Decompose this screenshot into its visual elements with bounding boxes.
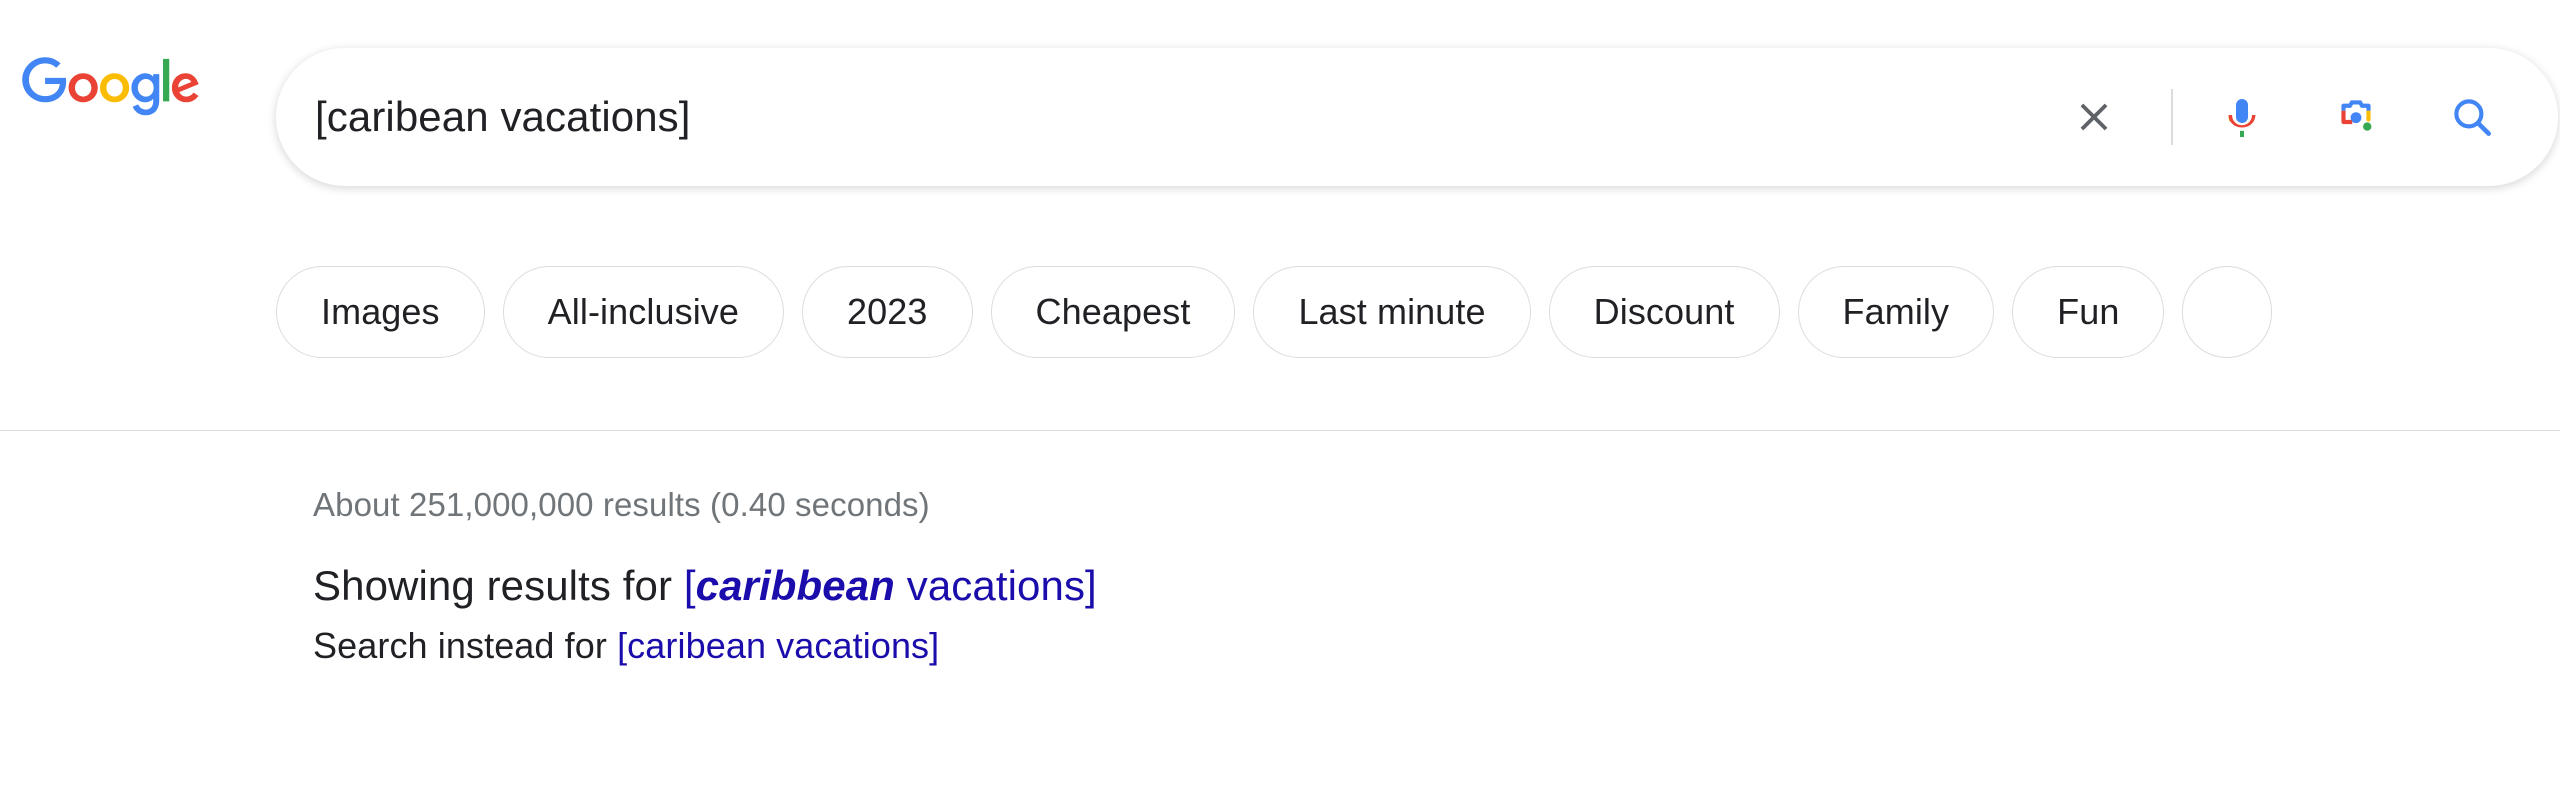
showing-results-link[interactable]: [caribbean vacations] <box>684 562 1097 609</box>
search-submit-button[interactable] <box>2429 74 2515 160</box>
search-input[interactable] <box>277 87 2051 147</box>
close-icon <box>2080 103 2108 131</box>
result-stats: About 251,000,000 results (0.40 seconds) <box>313 486 930 523</box>
corrected-word: caribbean <box>695 562 895 609</box>
search-results-main: About 251,000,000 results (0.40 seconds)… <box>0 431 2560 804</box>
microphone-icon <box>2228 99 2256 137</box>
filter-chip-last-minute[interactable]: Last minute <box>1253 266 1531 358</box>
filter-chip-all-inclusive[interactable]: All-inclusive <box>502 266 785 358</box>
search-instead-for-line: Search instead for [caribean vacations] <box>313 618 1097 674</box>
filter-chip-discount[interactable]: Discount <box>1548 266 1780 358</box>
voice-search-button[interactable] <box>2199 74 2285 160</box>
spelling-correction-block: Showing results for [caribbean vacations… <box>313 556 1097 674</box>
showing-results-prefix: Showing results for <box>313 562 684 609</box>
google-search-results-page: Images All-inclusive 2023 Cheapest Last … <box>0 0 2560 804</box>
search-icon <box>2454 99 2491 136</box>
filter-chip-fun[interactable]: Fun <box>2012 266 2165 358</box>
google-logo[interactable] <box>22 56 200 118</box>
filter-chips-row[interactable]: Images All-inclusive 2023 Cheapest Last … <box>276 262 2560 362</box>
showing-results-for-line: Showing results for [caribbean vacations… <box>313 556 1097 616</box>
filter-chip-overflow[interactable] <box>2182 266 2273 358</box>
google-lens-icon <box>2341 100 2372 131</box>
search-box[interactable] <box>276 48 2558 186</box>
search-instead-prefix: Search instead for <box>313 625 618 666</box>
showing-rest: vacations] <box>894 562 1097 609</box>
filter-chip-family[interactable]: Family <box>1797 266 1995 358</box>
search-instead-link[interactable]: [caribean vacations] <box>617 625 939 666</box>
showing-open-bracket: [ <box>683 562 696 609</box>
filter-chip-cheapest[interactable]: Cheapest <box>990 266 1236 358</box>
search-box-divider <box>2171 89 2173 145</box>
google-lens-button[interactable] <box>2313 74 2399 160</box>
clear-search-button[interactable] <box>2051 74 2137 160</box>
filter-chip-images[interactable]: Images <box>276 266 485 358</box>
search-header: Images All-inclusive 2023 Cheapest Last … <box>0 0 2560 432</box>
filter-chip-2023[interactable]: 2023 <box>802 266 973 358</box>
